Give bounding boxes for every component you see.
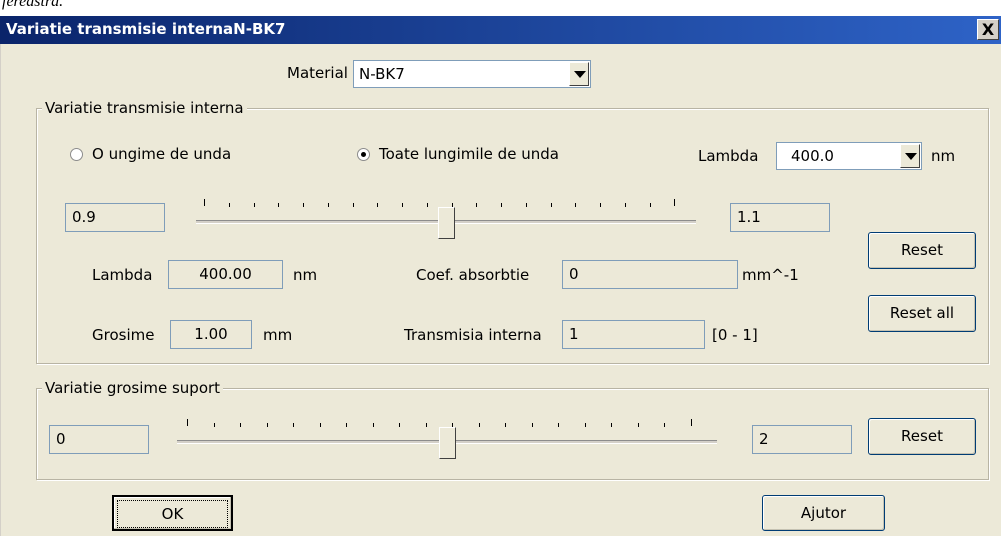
group-grosime-suport-title: Variatie grosime suport <box>42 379 224 397</box>
reset-button[interactable]: Reset <box>868 232 976 269</box>
slider1-min-field: 0.9 <box>65 203 165 232</box>
radio-single-wavelength[interactable] <box>70 148 83 161</box>
slider1-max-field: 1.1 <box>730 203 830 232</box>
material-select-value: N-BK7 <box>359 65 405 83</box>
slider2-tick <box>214 423 215 427</box>
coef-absorbtie-label: Coef. absorbtie <box>416 266 530 284</box>
slider1-tick <box>476 203 477 207</box>
lambda-field: 400.00 <box>168 260 283 289</box>
slider2-tick <box>187 419 188 426</box>
slider1-tick <box>278 203 279 207</box>
material-select[interactable]: N-BK7 <box>353 60 591 88</box>
radio-all-label: Toate lungimile de unda <box>379 145 559 163</box>
slider2-tick <box>505 423 506 427</box>
slider1-tick <box>575 203 576 207</box>
close-icon: X <box>981 20 995 39</box>
slider1-tick <box>526 203 527 207</box>
lambda-select-label: Lambda <box>698 147 759 165</box>
slider2-tick <box>320 423 321 427</box>
close-button[interactable]: X <box>977 19 999 40</box>
material-label: Material <box>287 64 348 82</box>
slider1-tick <box>402 203 403 207</box>
slider2-thumb[interactable] <box>439 427 456 459</box>
radio-single-label: O ungime de unda <box>92 145 232 163</box>
lambda-label: Lambda <box>92 266 153 284</box>
grosime-label: Grosime <box>92 326 155 344</box>
slider2-min-field: 0 <box>49 425 149 454</box>
slider1-tick <box>551 203 552 207</box>
grosime-reset-button[interactable]: Reset <box>868 418 976 455</box>
help-button[interactable]: Ajutor <box>762 495 885 531</box>
slider1-tick <box>427 203 428 207</box>
radio-all-wavelengths[interactable] <box>357 148 370 161</box>
lambda-select-value: 400.0 <box>791 147 834 165</box>
slider2-tick <box>691 419 692 426</box>
reset-all-button-label: Reset all <box>889 304 955 322</box>
slider1-tick <box>229 203 230 207</box>
slider1-tick <box>303 203 304 207</box>
ok-button-label: OK <box>117 500 228 528</box>
dialog-client-area: Material N-BK7 Variatie transmisie inter… <box>0 44 1001 536</box>
slider1-tick <box>204 199 205 206</box>
window-title: Variatie transmisie internaN-BK7 <box>6 20 286 38</box>
transmisia-label: Transmisia interna <box>404 326 542 344</box>
slider2-tick <box>479 423 480 427</box>
slider2-tick <box>532 423 533 427</box>
help-button-label: Ajutor <box>800 504 847 522</box>
background-document-text: fereastra. <box>2 0 64 10</box>
slider2[interactable] <box>177 413 717 463</box>
slider1-thumb[interactable] <box>438 207 455 239</box>
slider1-tick <box>600 203 601 207</box>
lambda-select-unit: nm <box>931 147 956 165</box>
slider2-tick <box>267 423 268 427</box>
coef-absorbtie-field: 0 <box>562 260 738 289</box>
slider2-tick <box>240 423 241 427</box>
lambda-select[interactable]: 400.0 <box>776 142 922 170</box>
lambda-unit: nm <box>293 266 318 284</box>
slider1-tick <box>254 203 255 207</box>
chevron-down-icon[interactable] <box>569 62 589 86</box>
slider2-max-field: 2 <box>752 425 852 454</box>
slider2-tick <box>664 423 665 427</box>
coef-absorbtie-unit: mm^-1 <box>742 266 799 284</box>
transmisia-range: [0 - 1] <box>712 326 758 344</box>
slider2-tick <box>293 423 294 427</box>
ok-button[interactable]: OK <box>112 495 233 531</box>
chevron-down-icon[interactable] <box>900 144 920 168</box>
reset-button-label: Reset <box>901 241 943 259</box>
reset-all-button[interactable]: Reset all <box>868 295 976 332</box>
slider2-tick <box>399 423 400 427</box>
grosime-field: 1.00 <box>170 320 252 349</box>
group-transmisie-title: Variatie transmisie interna <box>42 99 247 117</box>
slider2-tick <box>638 423 639 427</box>
slider2-tick <box>611 423 612 427</box>
slider2-tick <box>346 423 347 427</box>
slider2-tick <box>558 423 559 427</box>
slider2-tick <box>426 423 427 427</box>
slider1-tick <box>353 203 354 207</box>
slider1-tick <box>328 203 329 207</box>
grosime-reset-button-label: Reset <box>901 427 943 445</box>
slider2-tick <box>585 423 586 427</box>
slider1-tick <box>650 203 651 207</box>
grosime-unit: mm <box>263 326 293 344</box>
title-bar[interactable]: Variatie transmisie internaN-BK7 X <box>0 16 1001 44</box>
slider1-tick <box>674 199 675 206</box>
slider1-tick <box>377 203 378 207</box>
slider1-tick <box>625 203 626 207</box>
slider1[interactable] <box>196 193 696 243</box>
slider2-tick <box>373 423 374 427</box>
slider1-tick <box>501 203 502 207</box>
transmisia-field: 1 <box>562 320 705 349</box>
